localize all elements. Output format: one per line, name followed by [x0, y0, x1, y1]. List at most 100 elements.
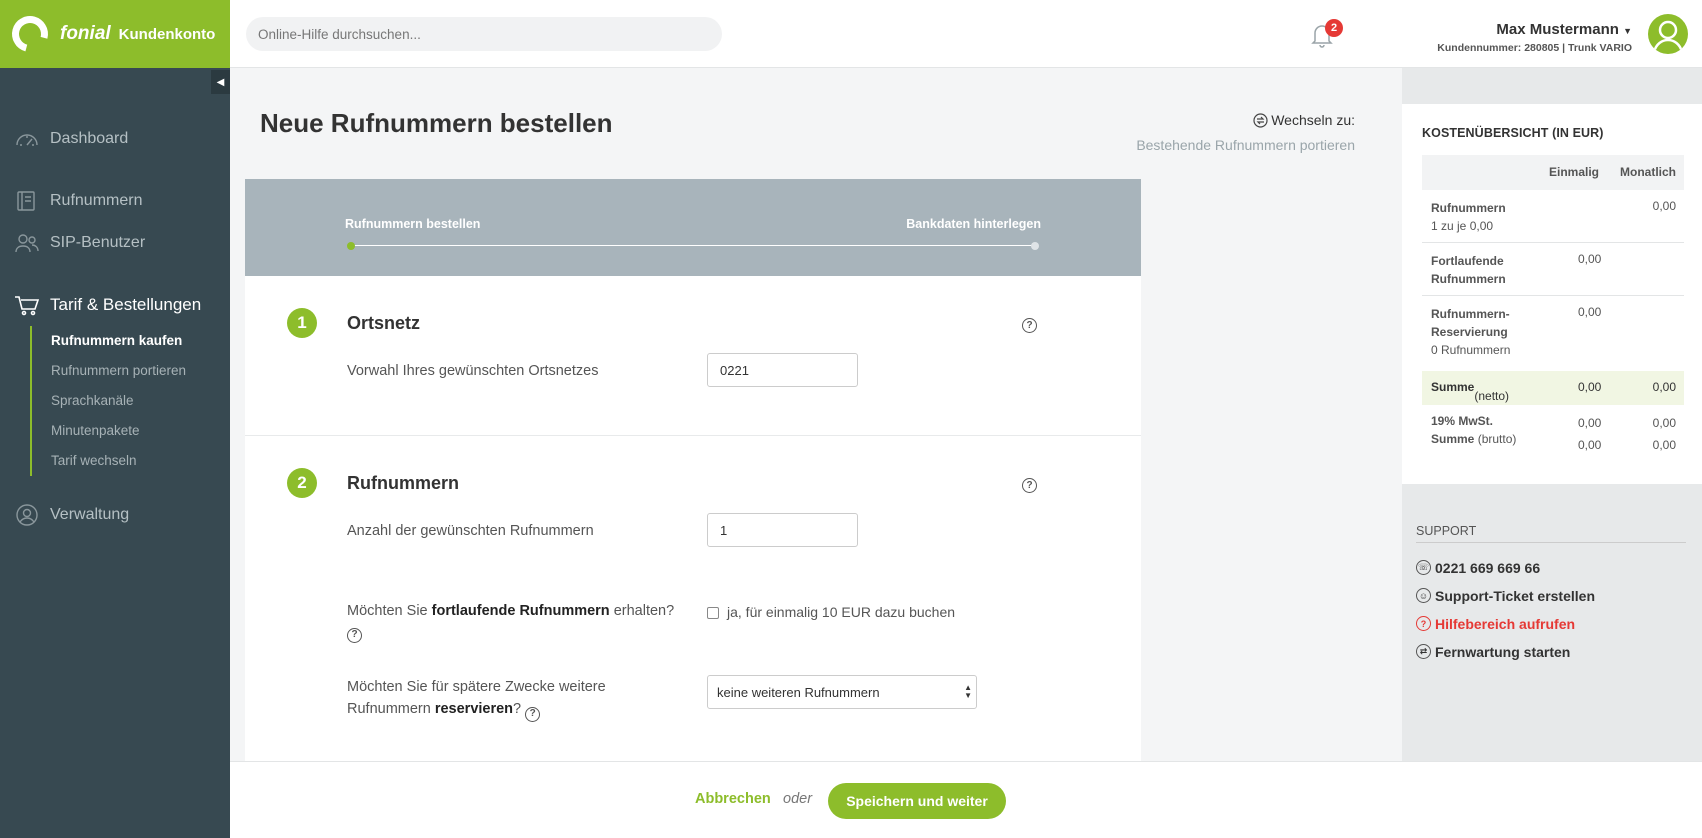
sum-net-once: 0,00 [1578, 380, 1602, 394]
phone-icon: ☏ [1416, 560, 1431, 575]
progress-steps: Rufnummern bestellen Bankdaten hinterleg… [245, 179, 1141, 276]
ticket-person-icon: ☺ [1416, 588, 1431, 603]
brand-header[interactable]: fonial Kundenkonto [0, 0, 230, 68]
sidebar-item-label: Verwaltung [50, 506, 130, 523]
person-circle-icon [16, 504, 38, 526]
user-menu[interactable]: Max Mustermann ▼ Kundennummer: 280805 | … [1437, 21, 1632, 54]
subnav-item-sprachkanaele[interactable]: Sprachkanäle [32, 386, 230, 416]
gauge-icon [16, 134, 38, 146]
section-title: Rufnummern [347, 473, 459, 493]
sidebar: fonial Kundenkonto ◀ Dashboard Rufnummer… [0, 0, 230, 838]
consecutive-prefix: Möchten Sie [347, 603, 432, 619]
step-dot-active [347, 242, 355, 250]
order-card: Rufnummern bestellen Bankdaten hinterleg… [245, 179, 1141, 789]
subnav-item-tarif-wechseln[interactable]: Tarif wechseln [32, 446, 230, 476]
consecutive-suffix: erhalten? [609, 603, 675, 619]
sum-net-row: Summe (netto) 0,00 0,00 [1422, 371, 1684, 405]
sum-label: Summe [1431, 380, 1475, 394]
cost-row-once: 0,00 [1578, 305, 1602, 319]
caret-down-icon: ▼ [1623, 26, 1632, 36]
brutto-sub: (brutto) [1477, 432, 1517, 446]
consecutive-numbers-checkbox[interactable] [707, 607, 719, 619]
sidebar-item-label: Dashboard [50, 130, 129, 147]
sidebar-item-sip-benutzer[interactable]: SIP-Benutzer [0, 222, 230, 264]
port-numbers-link[interactable]: Bestehende Rufnummern portieren [1136, 137, 1355, 153]
users-icon [15, 234, 39, 253]
help-search-input[interactable] [246, 17, 722, 51]
brutto-once: 0,00 [1578, 438, 1602, 452]
section-title: Ortsnetz [347, 313, 421, 333]
cost-row-monthly: 0,00 [1652, 199, 1676, 213]
subnav-item-rufnummern-kaufen[interactable]: Rufnummern kaufen [32, 326, 230, 356]
help-icon[interactable]: ? [1022, 478, 1037, 493]
mwst-label: 19% MwSt. [1431, 414, 1494, 428]
subnav-item-minutenpakete[interactable]: Minutenpakete [32, 416, 230, 446]
page-title: Neue Rufnummern bestellen [260, 108, 613, 138]
help-area-link[interactable]: ? Hilfebereich aufrufen [1416, 615, 1686, 632]
col-monatlich: Monatlich [1620, 165, 1676, 179]
reserve-numbers-select[interactable]: keine weiteren Rufnummern ▲ ▼ [707, 675, 977, 709]
cost-row-sub: 1 zu je 0,00 [1431, 219, 1494, 233]
remote-icon: ⇄ [1416, 644, 1431, 659]
avatar[interactable] [1648, 14, 1688, 54]
sidebar-item-label: SIP-Benutzer [50, 234, 146, 251]
sum-sub: (netto) [1474, 389, 1510, 403]
cost-row-name: Rufnummern 1 zu je 0,00 [1431, 199, 1506, 235]
collapse-sidebar-button[interactable]: ◀ [211, 70, 230, 94]
section-rufnummern: 2 Rufnummern ? Anzahl der gewünschten Ru… [245, 436, 1141, 766]
sidebar-item-verwaltung[interactable]: Verwaltung [0, 494, 230, 536]
subnav-item-rufnummern-portieren[interactable]: Rufnummern portieren [32, 356, 230, 386]
sum-net-monthly: 0,00 [1652, 380, 1676, 394]
tax-once-values: 0,00 0,00 [1578, 412, 1601, 456]
cost-row-title: Rufnummern-Reservierung [1431, 307, 1510, 339]
cancel-button[interactable]: Abbrechen [695, 791, 771, 807]
question-icon: ? [1416, 616, 1431, 631]
sidebar-item-tarif-bestellungen[interactable]: Tarif & Bestellungen [0, 284, 230, 326]
section-number: 1 [287, 308, 317, 338]
support-ticket-label: Support-Ticket erstellen [1435, 587, 1596, 604]
consecutive-bold: fortlaufende Rufnummern [431, 603, 610, 619]
save-continue-button[interactable]: Speichern und weiter [828, 783, 1006, 819]
cost-row: Fortlaufende Rufnummern 0,00 [1422, 243, 1684, 296]
sidebar-item-dashboard[interactable]: Dashboard [0, 118, 230, 160]
support-title: SUPPORT [1416, 524, 1686, 543]
number-count-label: Anzahl der gewünschten Rufnummern [347, 523, 594, 539]
switch-panel: Wechseln zu: Bestehende Rufnummern porti… [1136, 112, 1355, 153]
sidebar-item-label: Tarif & Bestellungen [50, 295, 202, 314]
switch-icon [1253, 112, 1268, 128]
select-arrows-icon: ▲ ▼ [964, 683, 972, 700]
mwst-monthly: 0,00 [1652, 416, 1676, 430]
cost-row: Rufnummern-Reservierung 0 Rufnummern 0,00 [1422, 296, 1684, 371]
help-icon[interactable]: ? [347, 627, 362, 643]
support-panel: SUPPORT ☏ 0221 669 669 66 ☺ Support-Ticket… [1416, 524, 1686, 660]
remote-maintenance-link[interactable]: ⇄ Fernwartung starten [1416, 643, 1686, 660]
main-content: Neue Rufnummern bestellen Wechseln zu: B… [230, 68, 1402, 838]
cost-overview: KOSTENÜBERSICHT (IN EUR) Einmalig Monatl… [1402, 104, 1702, 484]
sidebar-item-rufnummern[interactable]: Rufnummern [0, 180, 230, 222]
support-phone[interactable]: ☏ 0221 669 669 66 [1416, 559, 1686, 576]
remote-maintenance-label: Fernwartung starten [1435, 643, 1571, 660]
cart-icon [15, 296, 40, 316]
area-code-label: Vorwahl Ihres gewünschten Ortsnetzes [347, 363, 599, 379]
area-code-input[interactable] [707, 353, 858, 387]
consecutive-numbers-checkbox-label[interactable]: ja, für einmalig 10 EUR dazu buchen [727, 604, 955, 620]
bottom-action-bar: Abbrechen oder Speichern und weiter [230, 761, 1702, 838]
brand-subtitle: Kundenkonto [118, 25, 216, 43]
help-icon[interactable]: ? [1022, 318, 1037, 333]
sidebar-item-label: Rufnummern [50, 192, 143, 209]
consecutive-numbers-label: Möchten Sie fortlaufende Rufnummern erha… [347, 600, 677, 644]
number-count-input[interactable] [707, 513, 858, 547]
support-ticket-link[interactable]: ☺ Support-Ticket erstellen [1416, 587, 1686, 604]
cost-row: Rufnummern 1 zu je 0,00 0,00 [1422, 190, 1684, 243]
cost-row-title: Fortlaufende Rufnummern [1431, 254, 1506, 286]
step-order-numbers: Rufnummern bestellen [345, 217, 481, 231]
brand-name: fonial [60, 23, 111, 44]
tax-rows: 19% MwSt. Summe (brutto) 0,00 0,00 0,00 0,… [1422, 405, 1684, 452]
section-ortsnetz: 1 Ortsnetz ? Vorwahl Ihres gewünschten O… [245, 276, 1141, 436]
user-avatar-icon [1652, 20, 1684, 53]
notification-badge: 2 [1325, 19, 1343, 37]
cost-title: KOSTENÜBERSICHT (IN EUR) [1422, 126, 1604, 140]
cost-row-title: Rufnummern [1431, 201, 1506, 215]
user-name: Max Mustermann [1496, 21, 1619, 38]
help-icon[interactable]: ? [525, 706, 541, 722]
